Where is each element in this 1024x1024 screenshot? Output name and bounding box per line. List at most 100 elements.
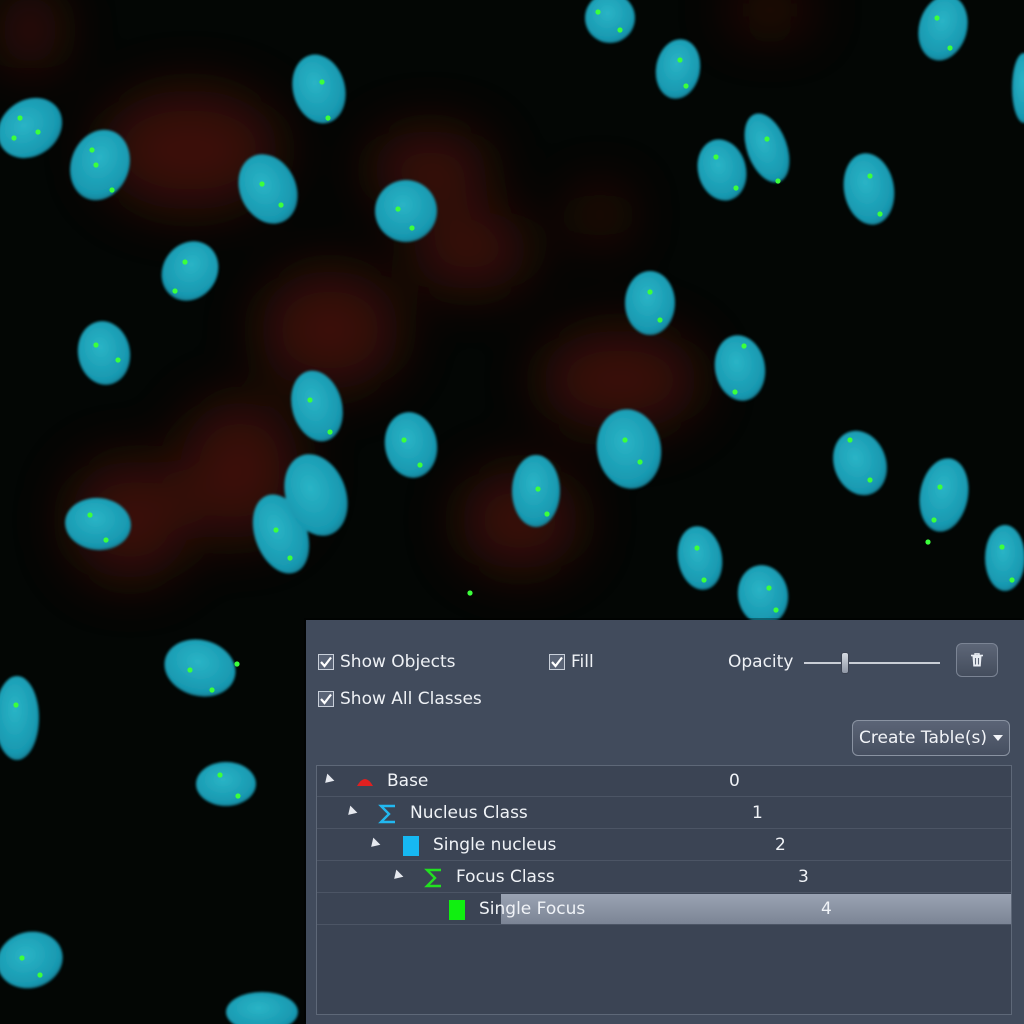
square-icon [400,835,422,857]
tree-empty-row [317,926,1011,957]
focus-spot [931,517,937,523]
base-icon [354,771,376,793]
expand-triangle-icon[interactable] [390,869,404,883]
focus-spot [867,477,873,483]
tree-row-focus-class[interactable]: Focus Class 3 [317,862,1011,893]
class-tree[interactable]: Base 0 Nucleus Class 1 Single nucleus 2 Focus … [316,765,1012,1015]
nucleus [985,525,1024,591]
opacity-slider-thumb[interactable] [840,652,849,674]
focus-spot [701,577,707,583]
show-all-classes-checkbox[interactable]: Show All Classes [318,689,482,709]
tree-row-single-nucleus[interactable]: Single nucleus 2 [317,830,1011,861]
tree-empty-row [317,990,1011,1014]
focus-spot [775,178,781,184]
focus-spot [13,702,19,708]
focus-spot [867,173,873,179]
object-classes-panel: Show Objects Fill Show All Classes Opaci… [306,620,1024,1024]
tree-row-label: Single Focus [479,899,586,919]
fill-checkbox[interactable]: Fill [549,652,594,672]
focus-spot [327,429,333,435]
focus-spot [287,555,293,561]
focus-spot [234,661,240,667]
focus-spot [622,437,628,443]
focus-spot [89,147,95,153]
nucleus [625,271,675,335]
focus-spot [925,539,931,545]
tree-row-base[interactable]: Base 0 [317,766,1011,797]
fill-label: Fill [571,652,594,672]
tree-row-nucleus-class[interactable]: Nucleus Class 1 [317,798,1011,829]
cytoplasm-region [575,190,625,240]
focus-spot [741,343,747,349]
fill-check-icon [549,654,565,670]
opacity-slider[interactable] [804,650,940,676]
expand-triangle-icon[interactable] [344,805,358,819]
focus-spot [319,79,325,85]
expand-triangle-icon[interactable] [367,837,381,851]
focus-spot [17,115,23,121]
focus-spot [217,772,223,778]
focus-spot [235,793,241,799]
focus-spot [115,357,121,363]
create-tables-button[interactable]: Create Table(s) [852,720,1010,756]
nucleus [375,180,437,242]
opacity-slider-track [804,662,940,664]
focus-spot [19,955,25,961]
focus-spot [409,225,415,231]
focus-spot [259,181,265,187]
focus-spot [37,972,43,978]
focus-spot [278,202,284,208]
delete-button[interactable] [956,643,998,677]
focus-spot [947,45,953,51]
focus-spot [307,397,313,403]
show-objects-check-icon [318,654,334,670]
focus-spot [713,154,719,160]
focus-spot [1009,577,1015,583]
focus-spot [93,162,99,168]
focus-spot [417,462,423,468]
focus-spot [877,211,883,217]
tree-row-value: 3 [798,867,809,887]
tree-row-value: 0 [729,771,740,791]
focus-spot [683,83,689,89]
chevron-down-icon [992,735,1003,741]
focus-spot [937,484,943,490]
focus-spot [395,206,401,212]
show-objects-checkbox[interactable]: Show Objects [318,652,456,672]
tree-empty-row [317,958,1011,989]
focus-spot [773,607,779,613]
focus-spot [595,9,601,15]
opacity-label: Opacity [728,652,794,672]
focus-spot [93,342,99,348]
focus-spot [732,389,738,395]
sigma-icon [377,803,399,825]
tree-row-label: Nucleus Class [410,803,528,823]
focus-spot [847,437,853,443]
focus-spot [109,187,115,193]
nucleus [512,455,560,527]
tree-row-label: Single nucleus [433,835,557,855]
focus-spot [999,544,1005,550]
expand-triangle-icon[interactable] [321,773,335,787]
create-tables-label: Create Table(s) [859,728,987,748]
show-all-classes-check-icon [318,691,334,707]
focus-spot [87,512,93,518]
focus-spot [103,537,109,543]
sigma-icon [423,867,445,889]
focus-spot [187,667,193,673]
square-icon [446,899,468,921]
focus-spot [764,136,770,142]
tree-row-value: 4 [821,899,832,919]
focus-spot [209,687,215,693]
focus-spot [35,129,41,135]
focus-spot [766,585,772,591]
tree-row-label: Focus Class [456,867,555,887]
focus-spot [325,115,331,121]
focus-spot [544,511,550,517]
focus-spot [617,27,623,33]
tree-row-label: Base [387,771,429,791]
focus-spot [637,459,643,465]
tree-row-single-focus[interactable]: Single Focus 4 [317,894,1011,925]
focus-spot [934,15,940,21]
focus-spot [677,57,683,63]
